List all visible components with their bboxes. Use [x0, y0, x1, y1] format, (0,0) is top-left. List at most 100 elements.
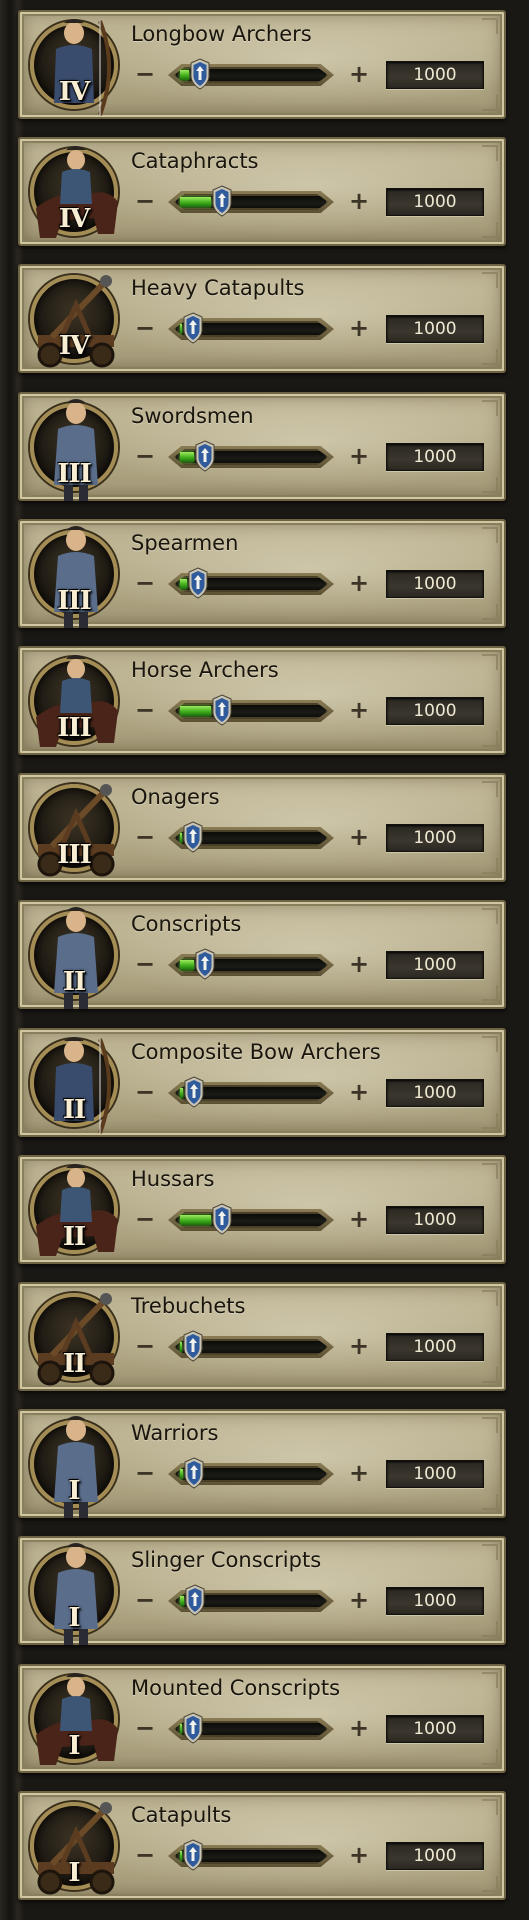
slider-handle[interactable]: [182, 312, 204, 344]
quantity-slider[interactable]: [168, 1839, 334, 1871]
quantity-slider[interactable]: [168, 440, 334, 472]
decrease-button[interactable]: −: [134, 952, 156, 976]
increase-button[interactable]: +: [348, 1843, 370, 1867]
quantity-slider[interactable]: [168, 1330, 334, 1362]
quantity-slider[interactable]: [168, 1712, 334, 1744]
increase-button[interactable]: +: [348, 444, 370, 468]
quantity-slider[interactable]: [168, 312, 334, 344]
unit-portrait: II: [30, 1293, 118, 1386]
quantity-input[interactable]: 1000: [386, 1206, 484, 1234]
decrease-button[interactable]: −: [134, 1334, 156, 1358]
quantity-input[interactable]: 1000: [386, 951, 484, 979]
tier-numeral: II: [62, 1095, 86, 1125]
quantity-input[interactable]: 1000: [386, 443, 484, 471]
increase-button[interactable]: +: [348, 62, 370, 86]
slider-handle[interactable]: [183, 1457, 205, 1489]
decrease-button[interactable]: −: [134, 1080, 156, 1104]
quantity-input[interactable]: 1000: [386, 1079, 484, 1107]
decrease-button[interactable]: −: [134, 1843, 156, 1867]
unit-name: Horse Archers: [131, 658, 279, 682]
tier-numeral: I: [68, 1731, 80, 1761]
increase-button[interactable]: +: [348, 1716, 370, 1740]
quantity-input[interactable]: 1000: [386, 824, 484, 852]
quantity-slider[interactable]: [168, 58, 334, 90]
decrease-button[interactable]: −: [134, 1461, 156, 1485]
quantity-slider[interactable]: [168, 821, 334, 853]
slider-handle[interactable]: [183, 1076, 205, 1108]
arrow-up-shield-icon: [188, 567, 208, 599]
decrease-button[interactable]: −: [134, 571, 156, 595]
decrease-button[interactable]: −: [134, 1207, 156, 1231]
tier-numeral: II: [62, 1222, 86, 1252]
increase-button[interactable]: +: [348, 698, 370, 722]
unit-name: Spearmen: [131, 531, 239, 555]
increase-button[interactable]: +: [348, 189, 370, 213]
troop-row-15: I Catapults − + 1000: [18, 1791, 506, 1900]
slider-handle[interactable]: [189, 58, 211, 90]
increase-button[interactable]: +: [348, 1461, 370, 1485]
unit-portrait: II: [30, 1164, 118, 1256]
troop-row-4: III Swordsmen − + 1000: [18, 392, 506, 501]
unit-portrait: III: [30, 784, 118, 877]
quantity-input[interactable]: 1000: [386, 61, 484, 89]
slider-handle[interactable]: [182, 821, 204, 853]
arrow-up-shield-icon: [183, 312, 203, 344]
unit-portrait: IV: [30, 275, 118, 368]
decrease-button[interactable]: −: [134, 825, 156, 849]
quantity-slider[interactable]: [168, 1584, 334, 1616]
slider-handle[interactable]: [194, 440, 216, 472]
arrow-up-shield-icon: [184, 1076, 204, 1108]
increase-button[interactable]: +: [348, 1588, 370, 1612]
tier-numeral: IV: [58, 331, 90, 361]
quantity-input[interactable]: 1000: [386, 1333, 484, 1361]
slider-handle[interactable]: [211, 694, 233, 726]
unit-portrait: III: [30, 655, 118, 747]
decrease-button[interactable]: −: [134, 62, 156, 86]
slider-handle[interactable]: [182, 1839, 204, 1871]
troop-row-8: II Conscripts − + 1000: [18, 900, 506, 1009]
quantity-input[interactable]: 1000: [386, 315, 484, 343]
quantity-input[interactable]: 1000: [386, 1715, 484, 1743]
troop-row-5: III Spearmen − + 1000: [18, 519, 506, 628]
increase-button[interactable]: +: [348, 952, 370, 976]
quantity-slider[interactable]: [168, 567, 334, 599]
slider-handle[interactable]: [184, 1584, 206, 1616]
arrow-up-shield-icon: [183, 1330, 203, 1362]
increase-button[interactable]: +: [348, 316, 370, 340]
slider-handle[interactable]: [182, 1712, 204, 1744]
decrease-button[interactable]: −: [134, 1716, 156, 1740]
increase-button[interactable]: +: [348, 1207, 370, 1231]
slider-handle[interactable]: [211, 185, 233, 217]
quantity-input[interactable]: 1000: [386, 570, 484, 598]
troop-row-3: IV Heavy Catapults − + 1000: [18, 264, 506, 373]
tier-numeral: IV: [58, 77, 90, 107]
increase-button[interactable]: +: [348, 1334, 370, 1358]
decrease-button[interactable]: −: [134, 189, 156, 213]
quantity-input[interactable]: 1000: [386, 1460, 484, 1488]
troop-row-1: IV Longbow Archers − + 1000: [18, 10, 506, 119]
slider-handle[interactable]: [182, 1330, 204, 1362]
decrease-button[interactable]: −: [134, 444, 156, 468]
decrease-button[interactable]: −: [134, 1588, 156, 1612]
quantity-slider[interactable]: [168, 694, 334, 726]
increase-button[interactable]: +: [348, 1080, 370, 1104]
slider-handle[interactable]: [211, 1203, 233, 1235]
slider-fill: [180, 70, 189, 80]
slider-handle[interactable]: [194, 948, 216, 980]
increase-button[interactable]: +: [348, 825, 370, 849]
quantity-slider[interactable]: [168, 1457, 334, 1489]
quantity-input[interactable]: 1000: [386, 697, 484, 725]
slider-fill: [180, 579, 187, 589]
quantity-slider[interactable]: [168, 1076, 334, 1108]
quantity-input[interactable]: 1000: [386, 1587, 484, 1615]
quantity-input[interactable]: 1000: [386, 1842, 484, 1870]
increase-button[interactable]: +: [348, 571, 370, 595]
quantity-slider[interactable]: [168, 948, 334, 980]
quantity-input[interactable]: 1000: [386, 188, 484, 216]
slider-handle[interactable]: [187, 567, 209, 599]
unit-portrait: I: [30, 1673, 118, 1765]
decrease-button[interactable]: −: [134, 698, 156, 722]
quantity-slider[interactable]: [168, 185, 334, 217]
quantity-slider[interactable]: [168, 1203, 334, 1235]
decrease-button[interactable]: −: [134, 316, 156, 340]
